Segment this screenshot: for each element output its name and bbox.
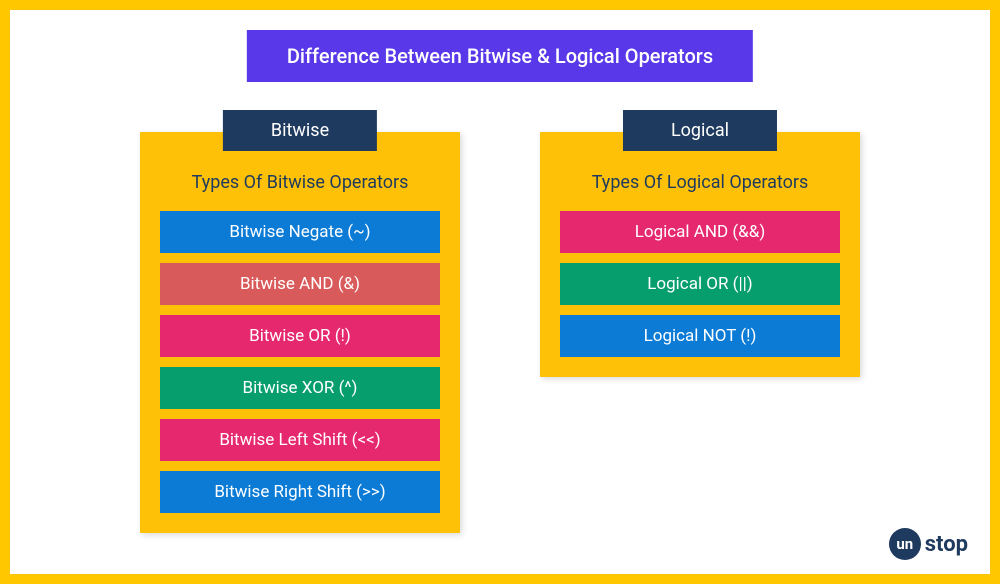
bitwise-card: Bitwise Types Of Bitwise Operators Bitwi… [140, 110, 460, 533]
bitwise-item: Bitwise AND (&) [160, 263, 440, 305]
brand-logo: un stop [889, 528, 968, 560]
bitwise-subtitle: Types Of Bitwise Operators [160, 172, 440, 193]
diagram-title: Difference Between Bitwise & Logical Ope… [247, 30, 753, 82]
logical-item: Logical NOT (!) [560, 315, 840, 357]
logo-circle: un [889, 528, 921, 560]
bitwise-body: Types Of Bitwise Operators Bitwise Negat… [140, 132, 460, 533]
bitwise-item: Bitwise Right Shift (>>) [160, 471, 440, 513]
bitwise-item: Bitwise Negate (~) [160, 211, 440, 253]
logical-item: Logical OR (||) [560, 263, 840, 305]
bitwise-item: Bitwise Left Shift (<<) [160, 419, 440, 461]
bitwise-item: Bitwise OR (!) [160, 315, 440, 357]
logical-subtitle: Types Of Logical Operators [560, 172, 840, 193]
logical-body: Types Of Logical Operators Logical AND (… [540, 132, 860, 377]
logical-item: Logical AND (&&) [560, 211, 840, 253]
logical-card: Logical Types Of Logical Operators Logic… [540, 110, 860, 377]
bitwise-item: Bitwise XOR (^) [160, 367, 440, 409]
columns-container: Bitwise Types Of Bitwise Operators Bitwi… [10, 110, 990, 533]
bitwise-header: Bitwise [223, 110, 377, 151]
logical-header: Logical [623, 110, 777, 151]
diagram-frame: Difference Between Bitwise & Logical Ope… [0, 0, 1000, 584]
logo-text: stop [925, 532, 968, 557]
